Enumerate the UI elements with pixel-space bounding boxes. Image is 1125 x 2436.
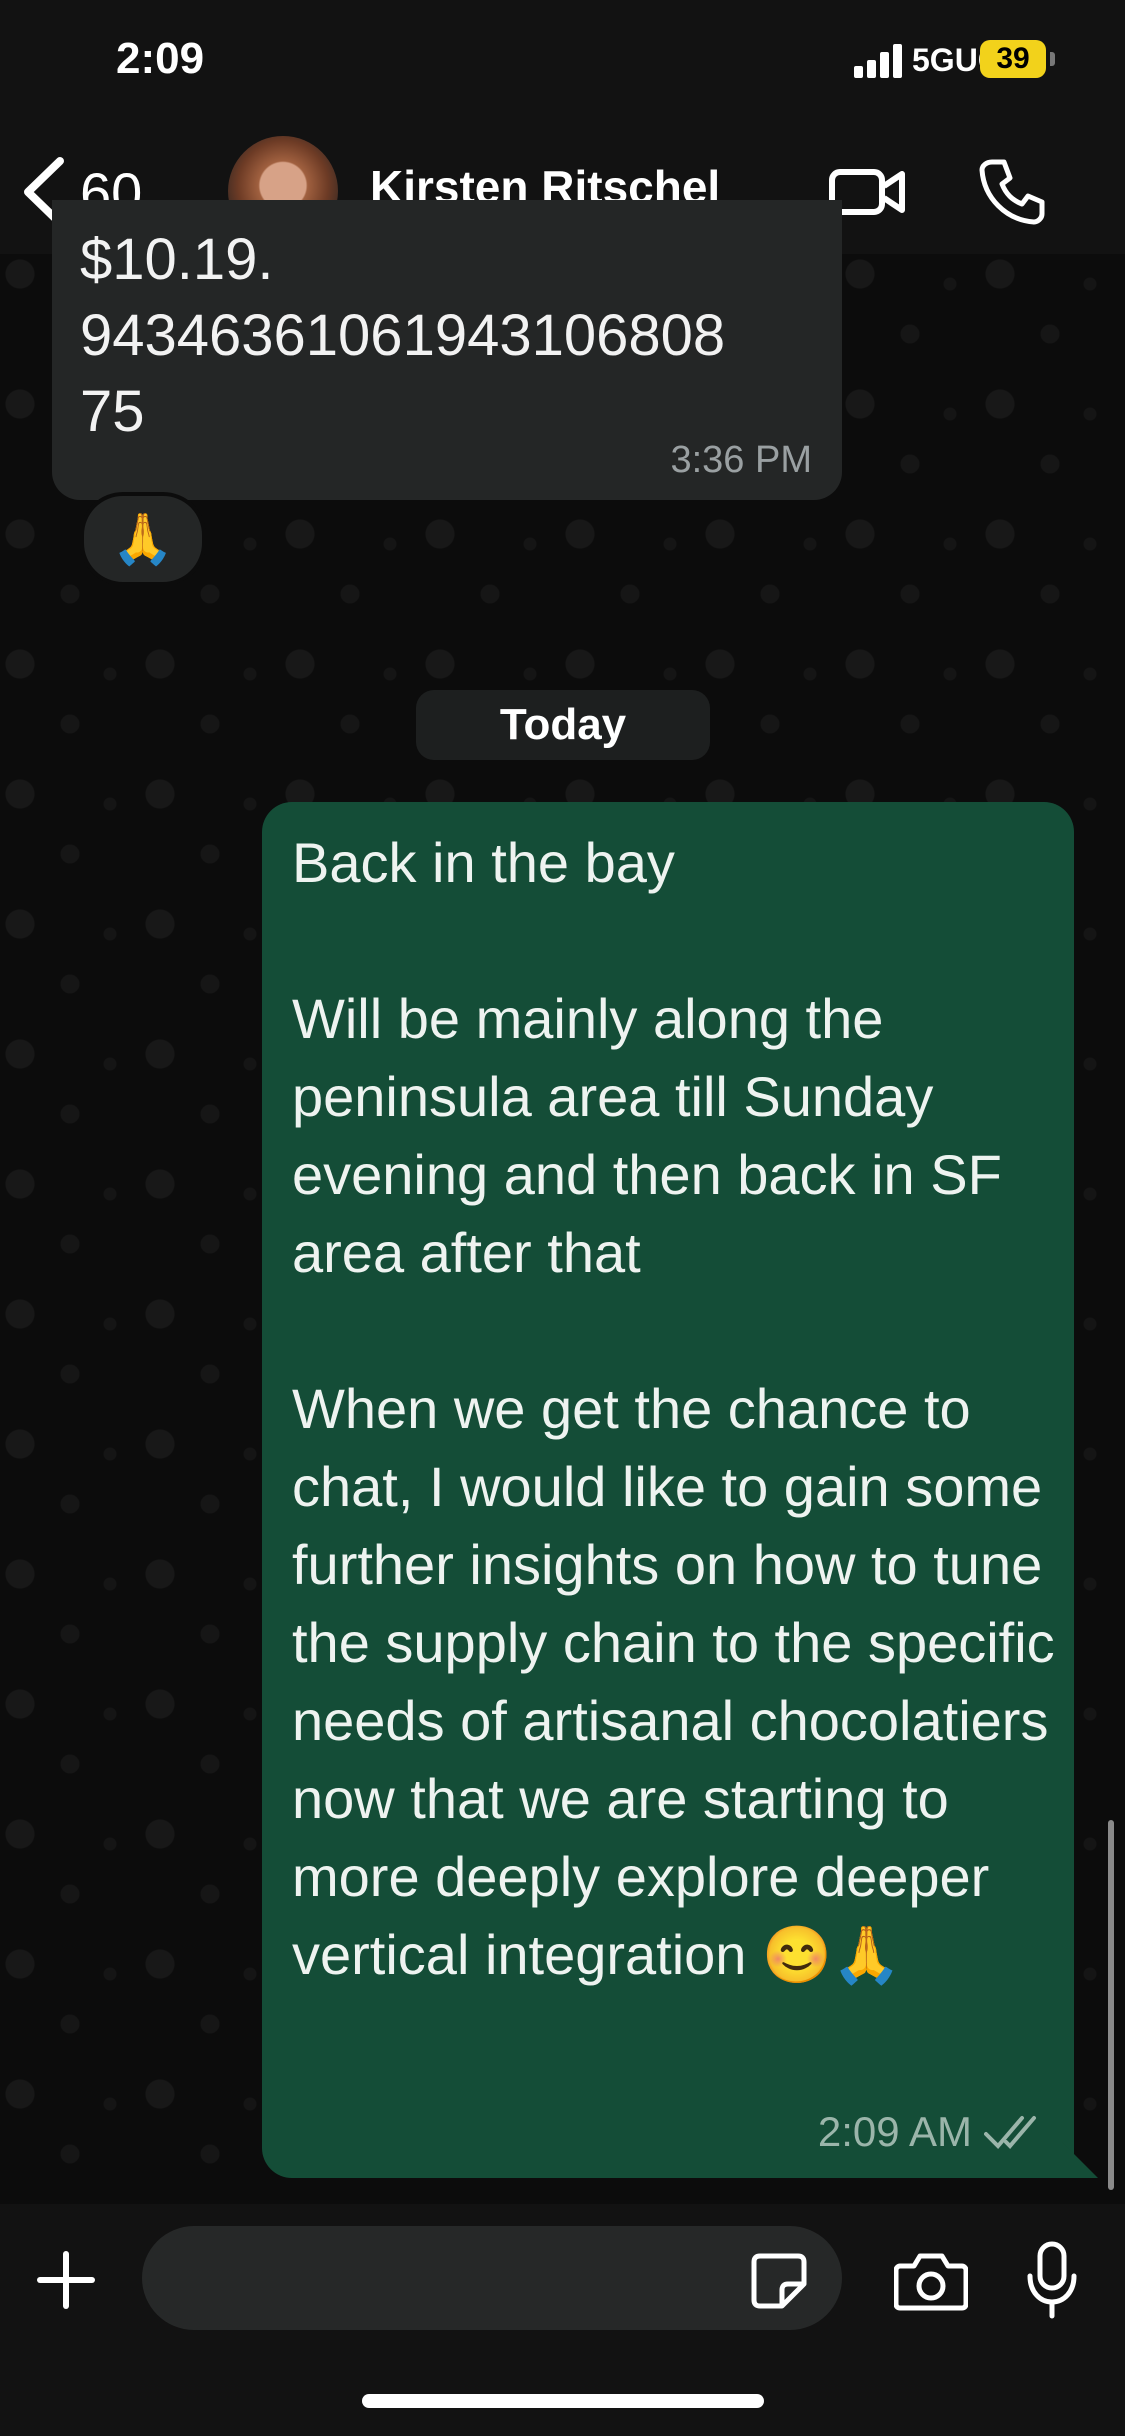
message-field[interactable] [142,2226,842,2332]
status-time: 2:09 [116,34,205,83]
home-indicator[interactable] [362,2394,764,2408]
incoming-message-text: $10.19. 943463610619431068​08 75 [80,222,725,450]
outgoing-message-bubble[interactable]: Back in the bay Will be mainly along the… [262,802,1074,2178]
battery-icon: 39 [980,40,1046,78]
microphone-button[interactable] [1024,2240,1080,2327]
battery-nub [1050,52,1055,66]
outgoing-message-meta: 2:09 AM [818,2108,1044,2156]
sticker-icon [751,2253,807,2309]
camera-button[interactable] [893,2250,969,2317]
incoming-line: $10.19. [80,227,274,292]
status-bar: 2:09 5GUC 39 [0,0,1125,130]
message-input[interactable] [182,2226,746,2332]
camera-icon [893,2253,969,2311]
voice-call-button[interactable] [978,156,1048,231]
outgoing-message-time: 2:09 AM [817,2108,972,2155]
incoming-line: 943463610619431068​08 [80,303,726,368]
read-receipt-icon [984,2116,1036,2149]
date-divider: Today [416,690,710,760]
composer-bar [0,2204,1125,2436]
message-reaction[interactable]: 🙏 [80,492,206,586]
outgoing-message-text: Back in the bay Will be mainly along the… [292,831,1055,1986]
attach-button[interactable] [36,2250,96,2315]
incoming-message-time: 3:36 PM [670,439,812,481]
incoming-line: 75 [80,379,145,444]
scrollbar[interactable] [1108,1820,1114,2190]
incoming-message-bubble[interactable]: $10.19. 943463610619431068​08 75 3:36 PM [52,200,842,500]
signal-strength-icon [854,44,904,78]
microphone-icon [1027,2241,1077,2319]
phone-icon [979,159,1045,225]
plus-icon [37,2251,95,2309]
sticker-button[interactable] [750,2252,808,2315]
